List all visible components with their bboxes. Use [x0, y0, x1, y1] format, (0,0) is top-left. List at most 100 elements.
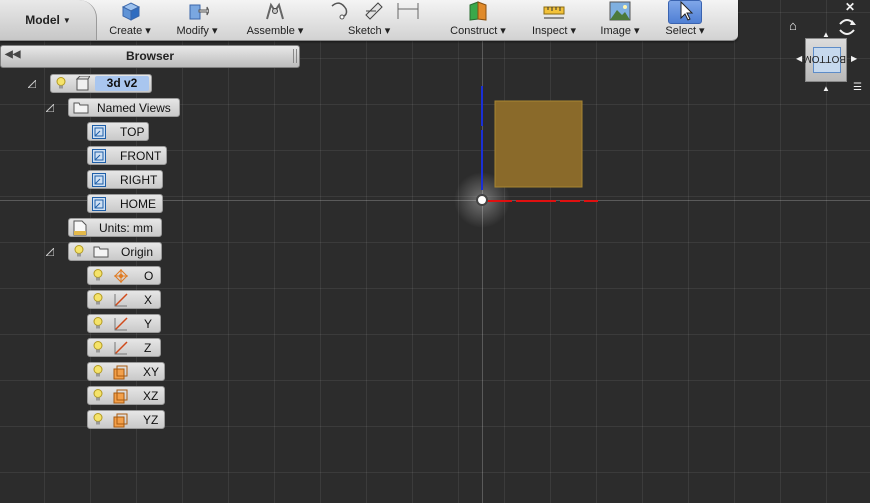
named-view-icon [92, 173, 106, 187]
origin-yz-label: YZ [143, 413, 159, 427]
modify-label: Modify [176, 25, 209, 37]
origin-folder[interactable]: Origin [68, 242, 162, 261]
named-view-icon [92, 197, 106, 211]
sketch-tools-icon [331, 2, 419, 20]
construct-label: Construct [450, 25, 498, 37]
named-views-label: Named Views [97, 101, 171, 115]
axis-icon [114, 293, 128, 307]
collapse-triangle-icon[interactable] [46, 248, 54, 256]
named-view-icon [92, 149, 106, 163]
workspace-label: Model [25, 13, 60, 27]
origin-item-xz[interactable]: XZ [87, 386, 165, 405]
collapse-triangle-icon[interactable] [46, 104, 54, 112]
origin-point[interactable] [476, 194, 488, 206]
main-toolbar: Model ▼ Create ▾ Modify ▾ Assemble ▾ Ske… [0, 0, 738, 41]
viewcube-arrow-right-icon[interactable]: ▶ [851, 54, 857, 63]
origin-item-o[interactable]: O [87, 266, 161, 285]
assemble-menu[interactable]: Assemble ▾ [243, 0, 307, 40]
assemble-label: Assemble [246, 25, 295, 37]
named-view-item[interactable]: RIGHT [87, 170, 163, 189]
origin-label: Origin [121, 245, 154, 259]
named-view-item[interactable]: TOP [87, 122, 149, 141]
image-label: Image [600, 25, 631, 37]
document-icon [73, 220, 87, 236]
lightbulb-icon[interactable] [93, 413, 103, 426]
origin-item-xy[interactable]: XY [87, 362, 165, 381]
view-front-label: FRONT [120, 149, 162, 163]
rotate-view-icon[interactable] [836, 16, 858, 38]
origin-xy-label: XY [143, 365, 160, 379]
inspect-label: Inspect [531, 25, 568, 37]
root-component-name[interactable]: 3d v2 [95, 76, 149, 91]
browser-title: Browser [125, 49, 175, 63]
origin-z-label: Z [144, 341, 152, 355]
origin-x-label: X [144, 293, 153, 307]
select-menu[interactable]: Select ▾ [662, 0, 708, 40]
browser-panel-header[interactable]: ◀◀ Browser [0, 45, 300, 68]
browser-root-node[interactable]: 3d v2 [50, 74, 152, 93]
lightbulb-icon[interactable] [74, 245, 84, 258]
lightbulb-icon[interactable] [93, 341, 103, 354]
joint-icon [266, 2, 284, 20]
construction-plane-icon [469, 1, 487, 21]
sketch-rectangle[interactable] [494, 100, 583, 188]
image-icon [609, 1, 631, 21]
origin-xz-label: XZ [143, 389, 159, 403]
named-view-item[interactable]: FRONT [87, 146, 167, 165]
lightbulb-icon[interactable] [56, 77, 66, 90]
sketch-menu[interactable]: Sketch ▾ [330, 0, 420, 40]
plane-icon [113, 389, 128, 404]
lightbulb-icon[interactable] [93, 317, 103, 330]
modify-menu[interactable]: Modify ▾ [172, 0, 222, 40]
named-view-item[interactable]: HOME [87, 194, 163, 213]
plane-icon [113, 413, 128, 428]
units-node[interactable]: Units: mm [68, 218, 162, 237]
home-view-icon[interactable]: ⌂ [789, 18, 797, 33]
lightbulb-icon[interactable] [93, 389, 103, 402]
folder-icon [73, 102, 89, 114]
create-label: Create [109, 25, 143, 37]
viewcube-arrow-down-icon[interactable]: ▲ [822, 84, 830, 93]
origin-item-yz[interactable]: YZ [87, 410, 165, 429]
panel-resize-grip[interactable] [293, 49, 297, 63]
construct-menu[interactable]: Construct ▾ [446, 0, 510, 40]
box-icon [121, 2, 141, 21]
collapse-triangle-icon[interactable] [28, 80, 36, 88]
cursor-arrow-icon [680, 1, 694, 21]
press-pull-icon [189, 4, 209, 20]
view-top-label: TOP [120, 125, 145, 139]
viewcube-arrow-up-icon[interactable]: ▲ [822, 30, 830, 39]
viewcube-arrow-left-icon[interactable]: ◀ [796, 54, 802, 63]
create-menu[interactable]: Create ▾ [108, 0, 152, 40]
select-label: Select [665, 25, 696, 37]
folder-icon [93, 246, 109, 258]
axis-icon [114, 341, 128, 355]
component-icon [76, 76, 90, 91]
units-label: Units: mm [99, 221, 153, 235]
origin-item-y[interactable]: Y [87, 314, 161, 333]
lightbulb-icon[interactable] [93, 293, 103, 306]
named-views-folder[interactable]: Named Views [68, 98, 180, 117]
lightbulb-icon[interactable] [93, 269, 103, 282]
viewcube-menu-icon[interactable]: ☰ [853, 82, 862, 93]
named-view-icon [92, 125, 106, 139]
sketch-label: Sketch [348, 25, 382, 37]
origin-point-icon [114, 269, 128, 283]
workspace-model-button[interactable]: Model ▼ [0, 0, 97, 40]
origin-y-label: Y [144, 317, 153, 331]
viewcube-face[interactable]: BOTTOM [803, 38, 847, 82]
origin-item-z[interactable]: Z [87, 338, 161, 357]
lightbulb-icon[interactable] [93, 365, 103, 378]
inspect-menu[interactable]: Inspect ▾ [528, 0, 580, 40]
axis-icon [114, 317, 128, 331]
viewcube-face-label: BOTTOM [803, 53, 846, 64]
viewcube[interactable]: BOTTOM [803, 38, 847, 82]
view-right-label: RIGHT [120, 173, 158, 187]
close-icon[interactable]: ✕ [845, 0, 855, 14]
origin-item-x[interactable]: X [87, 290, 161, 309]
origin-o-label: O [144, 269, 154, 283]
image-menu[interactable]: Image ▾ [598, 0, 642, 40]
dropdown-arrow-icon: ▼ [62, 15, 71, 25]
plane-icon [113, 365, 128, 380]
view-home-label: HOME [120, 197, 156, 211]
